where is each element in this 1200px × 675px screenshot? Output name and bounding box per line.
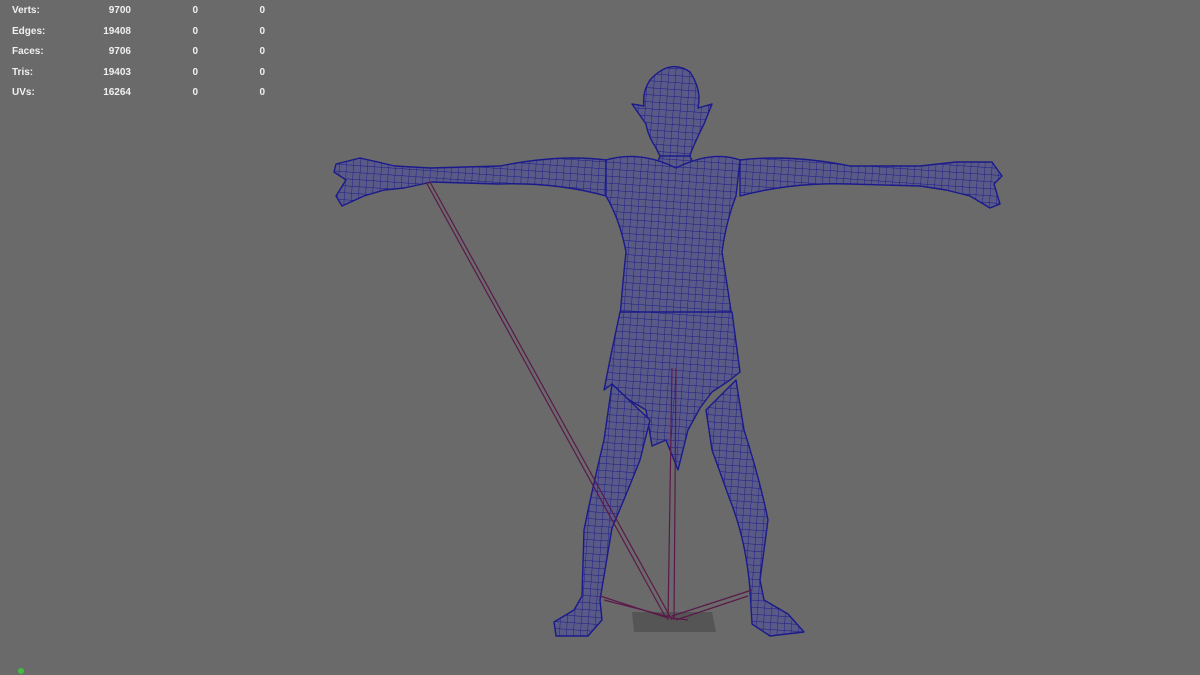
- hud-label: Edges:: [12, 25, 46, 37]
- character-mesh[interactable]: [333, 65, 1003, 637]
- hud-label: Tris:: [12, 66, 34, 78]
- hud-value: 0: [192, 25, 198, 37]
- hud-value: 0: [259, 5, 265, 16]
- hud-value: 0: [259, 46, 265, 58]
- poly-count-hud: Verts: 9700 0 0 Edges: 19408 0 0 Faces: …: [12, 1, 272, 104]
- mesh-arm-right: [739, 157, 1003, 209]
- hud-row-tris: Tris: 19403 0 0: [12, 63, 272, 84]
- mesh-leg-right: [705, 379, 805, 637]
- mesh-head: [631, 65, 713, 170]
- hud-value: 0: [192, 87, 198, 99]
- hud-row-faces: Faces: 9706 0 0: [12, 42, 272, 63]
- hud-value: 0: [192, 66, 198, 78]
- hud-row-verts: Verts: 9700 0 0: [12, 1, 272, 22]
- mesh-torso: [605, 155, 741, 319]
- hud-value: 0: [259, 87, 265, 99]
- axis-dot-icon: [18, 668, 24, 674]
- hud-value: 0: [192, 46, 198, 58]
- mesh-arm-left: [333, 157, 607, 207]
- hud-value: 19408: [103, 25, 131, 37]
- hud-value: 0: [259, 66, 265, 78]
- hud-value: 9706: [108, 46, 131, 58]
- hud-value: 16264: [103, 87, 131, 99]
- hud-value: 0: [259, 25, 265, 37]
- mesh-leg-left: [553, 383, 651, 637]
- hud-label: Verts:: [12, 5, 40, 16]
- hud-row-edges: Edges: 19408 0 0: [12, 22, 272, 43]
- hud-value: 0: [192, 5, 198, 16]
- hud-value: 19403: [103, 66, 131, 78]
- hud-label: UVs:: [12, 87, 35, 99]
- hud-value: 9700: [108, 5, 131, 16]
- hud-label: Faces:: [12, 46, 44, 58]
- hud-row-uvs: UVs: 16264 0 0: [12, 83, 272, 104]
- 3d-viewport[interactable]: Verts: 9700 0 0 Edges: 19408 0 0 Faces: …: [0, 0, 1200, 675]
